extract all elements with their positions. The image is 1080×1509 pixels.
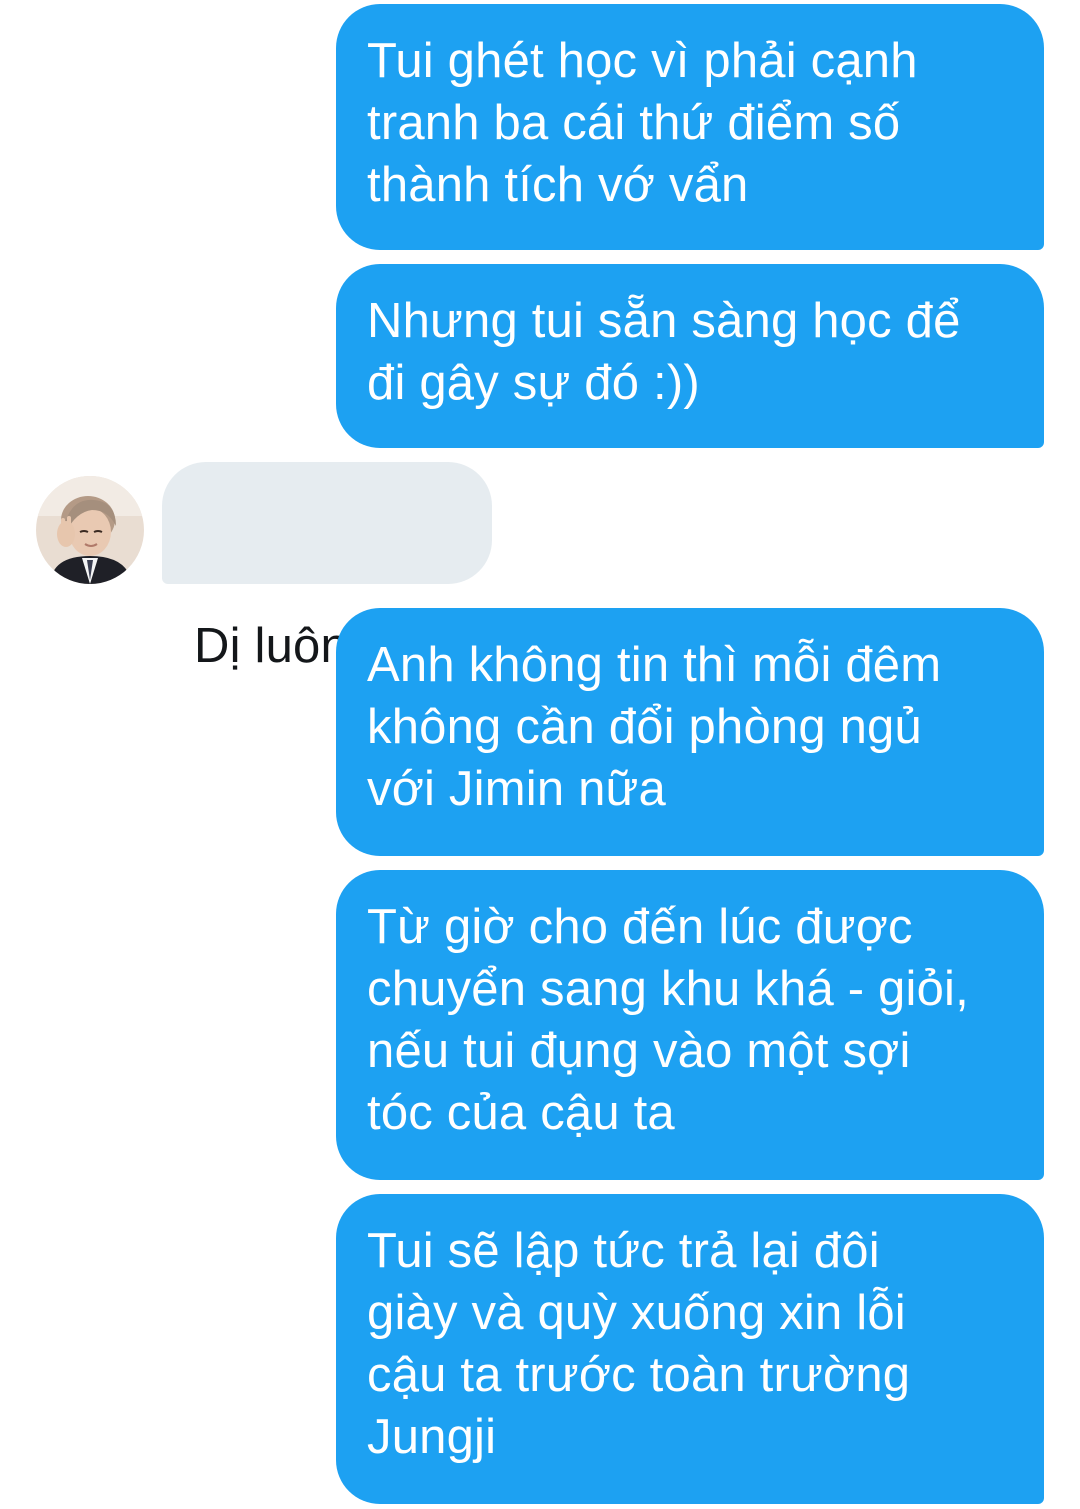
message-bubble-sent-5[interactable]: Tui sẽ lập tức trả lại đôi giày và quỳ x… [336,1194,1044,1504]
avatar[interactable] [36,476,144,584]
message-bubble-sent-2[interactable]: Nhưng tui sẵn sàng học để đi gây sự đó :… [336,264,1044,448]
message-bubble-sent-3[interactable]: Anh không tin thì mỗi đêm không cần đổi … [336,608,1044,856]
message-bubble-sent-1[interactable]: Tui ghét học vì phải cạnh tranh ba cái t… [336,4,1044,250]
avatar-photo-icon [36,476,144,584]
message-bubble-sent-4[interactable]: Từ giờ cho đến lúc được chuyển sang khu … [336,870,1044,1180]
message-bubble-received-1[interactable]: Dị luôn? [162,462,492,673]
